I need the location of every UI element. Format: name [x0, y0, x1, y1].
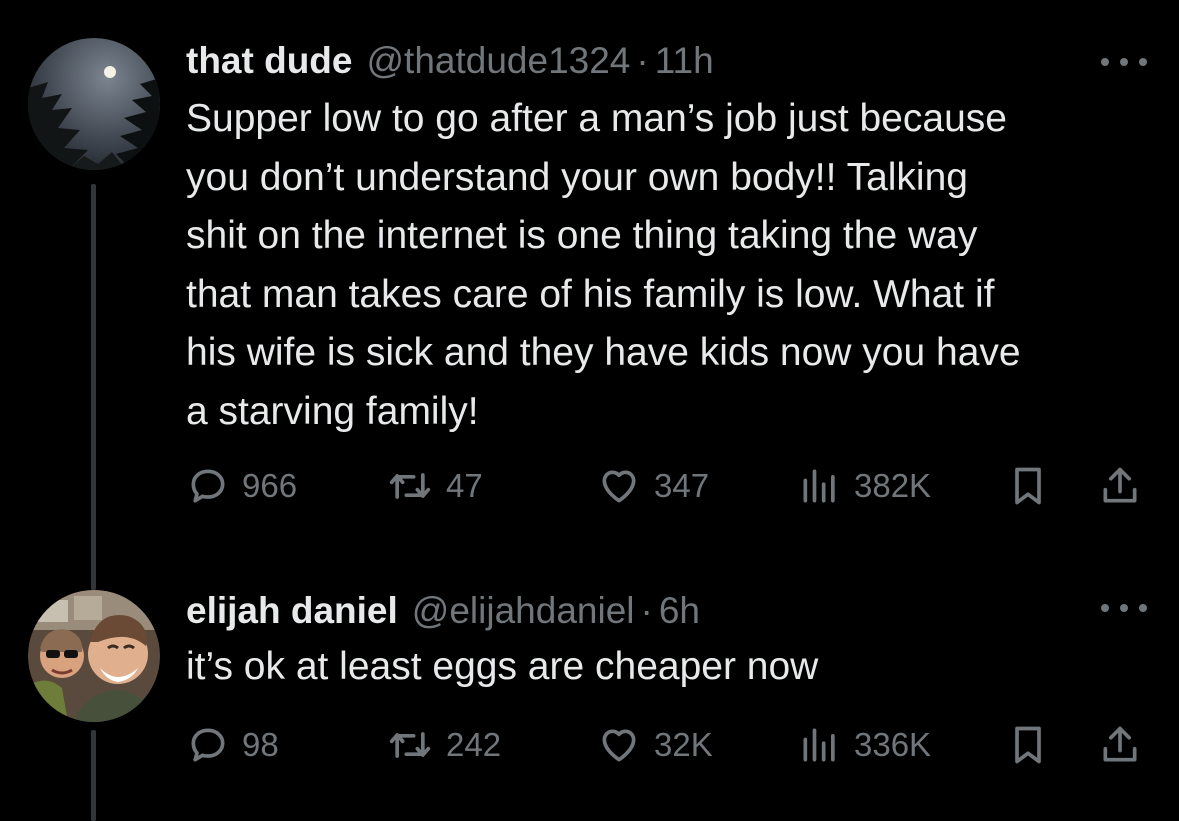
- bookmark-button[interactable]: [1006, 461, 1050, 511]
- share-button[interactable]: [1098, 461, 1142, 511]
- timestamp[interactable]: 6h: [659, 590, 700, 632]
- repost-count: 47: [446, 467, 483, 504]
- bookmark-icon: [1015, 467, 1041, 505]
- like-button[interactable]: 347: [596, 461, 709, 511]
- tweet[interactable]: that dude @thatdude1324 · 11h Supper low…: [0, 0, 1179, 590]
- tweet-text: Supper low to go after a man’s job just …: [186, 97, 1021, 433]
- repost-button[interactable]: 47: [386, 461, 483, 511]
- reply-count: 98: [242, 726, 279, 763]
- user-handle[interactable]: @thatdude1324: [366, 40, 630, 82]
- like-count: 347: [654, 467, 710, 504]
- view-count: 336K: [854, 726, 932, 763]
- separator: ·: [636, 40, 649, 81]
- share-icon: [1103, 726, 1137, 762]
- like-count: 32K: [654, 726, 713, 763]
- thread-line: [91, 184, 96, 590]
- timestamp[interactable]: 11h: [655, 40, 714, 82]
- more-icon[interactable]: [1101, 52, 1147, 72]
- reply-icon: [191, 728, 225, 762]
- separator: ·: [640, 590, 653, 631]
- repost-count: 242: [446, 726, 502, 763]
- heart-icon: [602, 470, 636, 503]
- views-button[interactable]: 336K: [798, 720, 931, 770]
- action-bar: 98 242 32K 336K: [186, 720, 1146, 770]
- like-button[interactable]: 32K: [596, 720, 713, 770]
- tweet-header: that dude @thatdude1324 · 11h: [186, 40, 714, 82]
- repost-button[interactable]: 242: [386, 720, 501, 770]
- avatar[interactable]: [28, 590, 160, 722]
- more-icon[interactable]: [1101, 598, 1147, 618]
- view-count: 382K: [854, 467, 932, 504]
- reply-count: 966: [242, 467, 298, 504]
- reply-button[interactable]: 98: [186, 720, 279, 770]
- action-bar: 966 47 347 382K: [186, 461, 1146, 511]
- thread-line: [91, 730, 96, 821]
- share-icon: [1103, 467, 1137, 503]
- bookmark-button[interactable]: [1006, 720, 1050, 770]
- tweet[interactable]: elijah daniel @elijahdaniel · 6h it’s ok…: [0, 590, 1179, 821]
- bookmark-icon: [1015, 726, 1041, 764]
- tweet-text: it’s ok at least eggs are cheaper now: [186, 645, 819, 688]
- reply-button[interactable]: 966: [186, 461, 297, 511]
- repost-icon: [389, 732, 431, 758]
- tweet-header: elijah daniel @elijahdaniel · 6h: [186, 590, 700, 632]
- share-button[interactable]: [1098, 720, 1142, 770]
- views-icon: [803, 469, 835, 503]
- heart-icon: [602, 729, 636, 762]
- display-name[interactable]: that dude: [186, 40, 352, 82]
- reply-icon: [191, 469, 225, 503]
- views-button[interactable]: 382K: [798, 461, 931, 511]
- views-icon: [803, 728, 835, 762]
- user-handle[interactable]: @elijahdaniel: [412, 590, 635, 632]
- display-name[interactable]: elijah daniel: [186, 590, 398, 632]
- avatar[interactable]: [28, 38, 160, 170]
- repost-icon: [389, 473, 431, 499]
